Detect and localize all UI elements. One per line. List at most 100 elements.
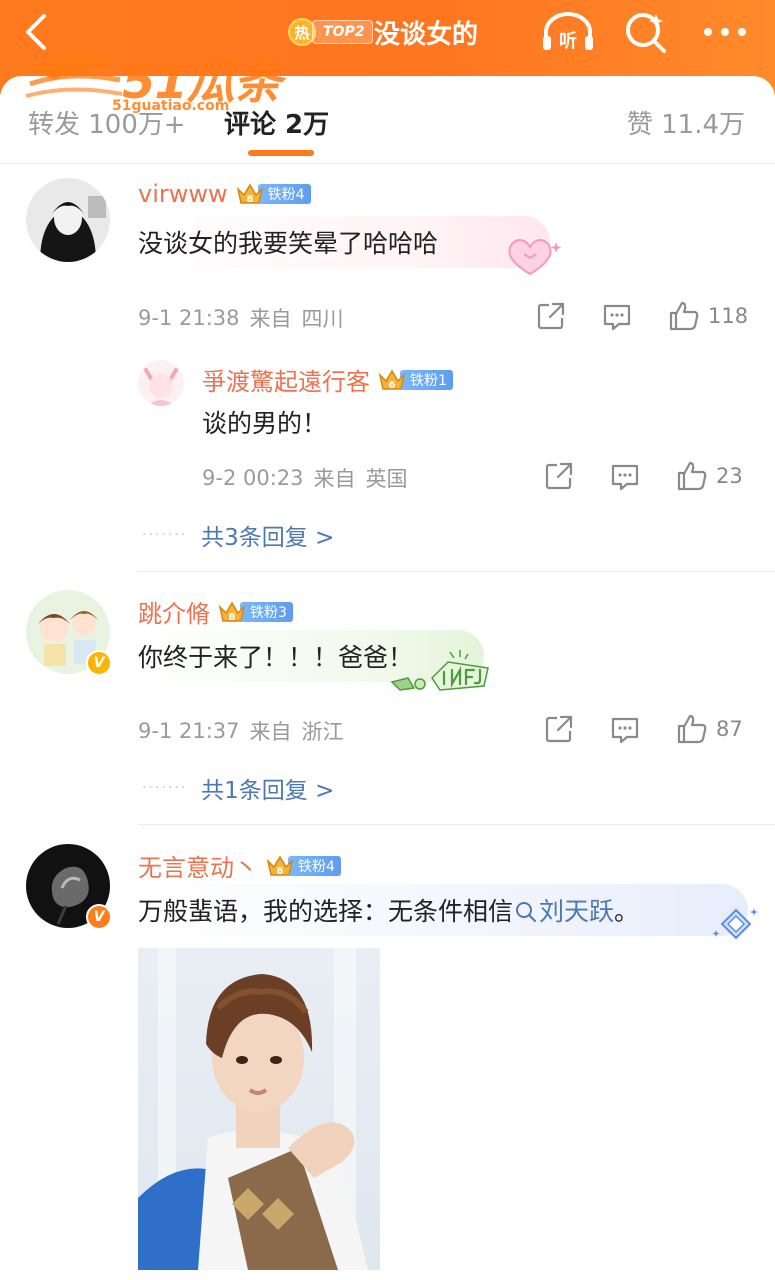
site-watermark: 51瓜条 51guatiao.com: [24, 40, 314, 120]
dots-divider: ·······: [142, 527, 188, 543]
search-button[interactable]: [622, 8, 670, 56]
topic-link[interactable]: 刘天跃: [513, 897, 614, 926]
more-replies-label: 共3条回复 >: [201, 525, 335, 551]
reply-avatar[interactable]: [138, 360, 184, 406]
watermark-logo-icon: [25, 54, 123, 98]
reply-meta: 9-2 00:23 来自 英国: [202, 463, 418, 493]
listen-button[interactable]: 听: [540, 10, 596, 54]
share-icon: [545, 462, 573, 490]
like-count: 23: [716, 464, 743, 488]
more-replies-link[interactable]: ······· 共1条回复 >: [142, 771, 334, 805]
more-button[interactable]: [700, 14, 750, 50]
search-icon: [516, 902, 537, 922]
topic-title[interactable]: 没谈女的: [374, 14, 478, 51]
share-icon: [545, 715, 573, 743]
crown-icon: 8: [266, 855, 294, 877]
from-label: 来自: [249, 720, 292, 744]
comment-header: 跳介脩 8 铁粉3: [138, 594, 293, 629]
more-dot-icon: [738, 28, 746, 36]
reply-button[interactable]: [610, 462, 640, 492]
comment-location: 浙江: [301, 720, 344, 744]
comment-text: 万般蜚语，我的选择：无条件相信 刘天跃。: [138, 892, 639, 928]
comment-header: 无言意动丶 8 铁粉4: [138, 848, 341, 883]
fan-label: 铁粉4: [257, 184, 311, 204]
comment-header: virwww 8 铁粉4: [138, 180, 311, 208]
from-label: 来自: [249, 307, 292, 331]
fan-badge[interactable]: 8 铁粉4: [236, 182, 311, 206]
reply-header: 爭渡驚起遠行客 6 铁粉1: [202, 362, 453, 397]
comment-photo[interactable]: [138, 948, 380, 1270]
dots-divider: ·······: [142, 780, 188, 796]
comment-meta: 9-1 21:37 来自 浙江: [138, 716, 354, 746]
more-dot-icon: [721, 28, 729, 36]
comment-location: 四川: [301, 307, 344, 331]
fan-label: 铁粉4: [288, 855, 341, 876]
comment-text-after: 。: [614, 897, 640, 926]
reply-text: 谈的男的！: [202, 409, 328, 438]
from-label: 来自: [313, 467, 356, 491]
comment-icon: [603, 304, 631, 331]
more-replies-label: 共1条回复 >: [201, 778, 335, 804]
reply-username[interactable]: 爭渡驚起遠行客: [202, 362, 370, 397]
more-replies-link[interactable]: ······· 共3条回复 >: [142, 518, 334, 552]
tab-like[interactable]: 赞 11.4万: [627, 104, 745, 141]
heart-sticker-icon: [508, 239, 562, 276]
share-button[interactable]: [536, 301, 566, 331]
diamond-sticker-icon: [712, 908, 758, 940]
like-button[interactable]: 118: [668, 300, 748, 332]
search-icon: [626, 13, 666, 53]
reply-date: 9-2 00:23: [202, 466, 304, 490]
comment-icon: [611, 717, 639, 744]
fan-level: 8: [229, 612, 236, 623]
username[interactable]: 跳介脩: [138, 594, 210, 629]
comment-divider: [138, 571, 775, 572]
crown-icon: 8: [218, 601, 246, 623]
comment-bubble: 万般蜚语，我的选择：无条件相信 刘天跃。: [138, 884, 748, 936]
avatar[interactable]: [26, 178, 110, 262]
fan-label: 铁粉3: [240, 601, 293, 622]
crown-icon: 6: [378, 369, 406, 391]
reply-button[interactable]: [602, 302, 632, 332]
fan-level: 6: [389, 380, 396, 391]
thumbs-up-icon: [677, 461, 707, 491]
comment-text-before: 万般蜚语，我的选择：无条件相信: [138, 897, 514, 926]
reply-location: 英国: [365, 467, 408, 491]
comment-icon: [611, 464, 639, 491]
comment-meta: 9-1 21:38 来自 四川: [138, 303, 354, 333]
verified-badge-icon: V: [86, 904, 112, 930]
active-tab-indicator: [248, 150, 314, 156]
username[interactable]: 无言意动丶: [138, 848, 258, 883]
like-count: 118: [708, 304, 749, 328]
listen-label: 听: [559, 30, 577, 52]
like-count: 87: [716, 717, 743, 741]
reply-bubble: 谈的男的！: [202, 396, 327, 448]
crown-icon: 8: [236, 183, 263, 205]
headphones-icon: 听: [543, 12, 593, 52]
share-icon: [537, 302, 565, 330]
reply-button[interactable]: [610, 715, 640, 745]
more-dot-icon: [704, 28, 712, 36]
fan-level: 8: [246, 194, 253, 205]
topic-name: 刘天跃: [539, 897, 615, 926]
username[interactable]: virwww: [138, 180, 228, 208]
thumbs-up-icon: [669, 301, 699, 331]
share-button[interactable]: [544, 714, 574, 744]
comment-bubble: 没谈女的我要笑晕了哈哈哈: [138, 216, 550, 268]
comment-text: 没谈女的我要笑晕了哈哈哈: [138, 229, 439, 258]
thumbs-up-icon: [677, 714, 707, 744]
fan-level: 8: [277, 866, 284, 877]
fan-badge[interactable]: 6 铁粉1: [378, 368, 453, 392]
share-button[interactable]: [544, 461, 574, 491]
like-button[interactable]: 87: [676, 713, 743, 745]
fan-badge[interactable]: 8 铁粉3: [218, 600, 293, 624]
comment-date: 9-1 21:37: [138, 719, 240, 743]
fan-badge[interactable]: 8 铁粉4: [266, 854, 341, 878]
watermark-url: 51guatiao.com: [112, 98, 230, 114]
rank-tag: TOP2: [312, 20, 374, 44]
comment-date: 9-1 21:38: [138, 306, 240, 330]
verified-badge-icon: V: [86, 650, 112, 676]
like-button[interactable]: 23: [676, 460, 743, 492]
comment-text: 你终于来了！！！爸爸！: [138, 643, 414, 672]
fan-label: 铁粉1: [400, 369, 453, 390]
comment-divider: [138, 824, 775, 825]
